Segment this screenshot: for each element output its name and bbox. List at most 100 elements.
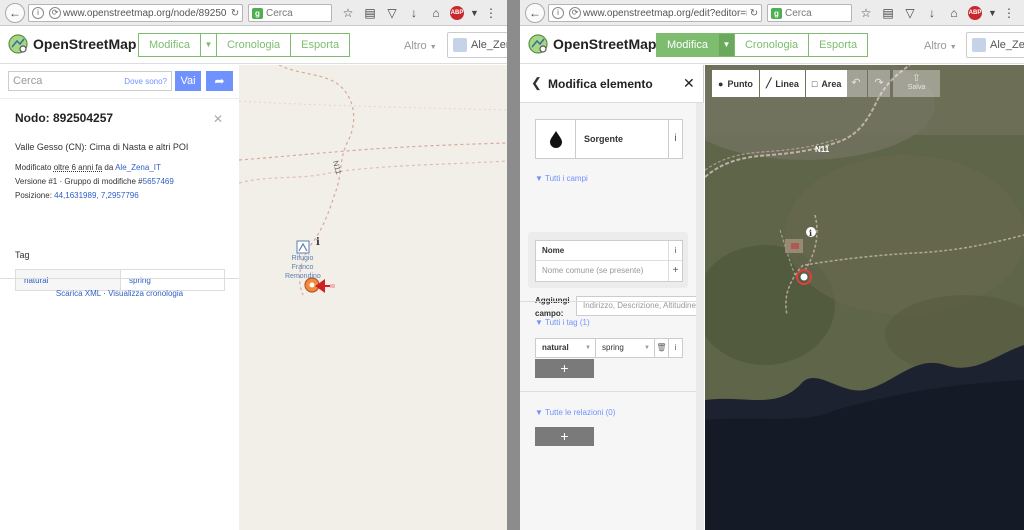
- adblock-icon[interactable]: ABP: [450, 6, 464, 20]
- tag-value[interactable]: spring: [121, 270, 224, 290]
- site-identity-icon: ⟳: [569, 7, 581, 19]
- scrollbar[interactable]: [696, 103, 704, 530]
- edit-button[interactable]: Modifica: [656, 33, 719, 57]
- changeset-link[interactable]: 5657469: [143, 177, 174, 186]
- browser-search-box[interactable]: g Cerca: [248, 4, 332, 22]
- back-button[interactable]: ←: [525, 3, 545, 23]
- view-history-link[interactable]: Visualizza cronologia: [108, 289, 183, 298]
- user-menu[interactable]: Ale_Zena: [966, 32, 1024, 58]
- back-button[interactable]: ←: [5, 3, 25, 23]
- tag-value-input[interactable]: spring ▼: [596, 339, 654, 357]
- close-icon[interactable]: ✕: [213, 112, 223, 126]
- preset-card[interactable]: Sorgente i: [535, 119, 683, 159]
- osm-header: OpenStreetMap Modifica ▼ Cronologia Espo…: [0, 26, 507, 64]
- add-line-button[interactable]: ╱ Linea: [759, 70, 805, 97]
- add-area-button[interactable]: □ Area: [805, 70, 848, 97]
- reload-icon[interactable]: ↻: [747, 8, 761, 19]
- reload-icon[interactable]: ↻: [228, 8, 242, 19]
- all-relations-toggle[interactable]: ▼ Tutte le relazioni (0): [535, 408, 615, 417]
- search-engine-icon: g: [252, 7, 263, 19]
- adblock-icon[interactable]: ABP: [968, 6, 982, 20]
- info-icon: i: [552, 7, 564, 19]
- address-bar[interactable]: i ⟳ www.openstreetmap.org/edit?editor=i …: [548, 4, 762, 22]
- browser-toolbar: ← i ⟳ www.openstreetmap.org/node/89250 ↻…: [0, 0, 507, 26]
- chevron-down-icon: ▼: [722, 40, 731, 49]
- bookmark-star-icon[interactable]: ☆: [340, 5, 356, 21]
- chevron-down-icon[interactable]: ▼: [988, 5, 997, 21]
- all-tags-toggle[interactable]: ▼ Tutti i tag (1): [535, 318, 590, 327]
- position-link[interactable]: 44,1631989, 7,2957796: [54, 191, 139, 200]
- add-field-input[interactable]: Indirizzo, Descrizione, Altitudine: [576, 296, 696, 316]
- name-input[interactable]: Nome comune (se presente): [542, 261, 643, 281]
- close-icon[interactable]: ✕: [683, 75, 695, 92]
- inspector-header: ❮ Modifica elemento ✕: [520, 65, 704, 103]
- chevron-down-icon: ▼: [644, 345, 650, 351]
- window-divider: [507, 0, 520, 530]
- bookmark-star-icon[interactable]: ☆: [858, 5, 874, 21]
- home-icon[interactable]: ⌂: [946, 5, 962, 21]
- satellite-map[interactable]: i N11 ● Punto ╱ Linea □ Area ↶ ↷ ⇧ Salva: [705, 65, 1024, 530]
- history-button[interactable]: Cronologia: [733, 33, 810, 57]
- edit-button[interactable]: Modifica: [138, 33, 201, 57]
- reading-list-icon[interactable]: ▤: [880, 5, 896, 21]
- more-menu[interactable]: Altro ▼: [924, 40, 957, 52]
- edit-dropdown-button[interactable]: ▼: [199, 33, 217, 57]
- download-icon[interactable]: ↓: [924, 5, 940, 21]
- add-point-button[interactable]: ● Punto: [712, 70, 759, 97]
- modified-age: oltre 6 anni fa: [53, 163, 103, 172]
- plus-icon[interactable]: +: [668, 261, 682, 281]
- tag-key-input[interactable]: natural ▼: [536, 339, 596, 357]
- pocket-icon[interactable]: ▽: [902, 5, 918, 21]
- export-button[interactable]: Esporta: [808, 33, 869, 57]
- history-button[interactable]: Cronologia: [215, 33, 292, 57]
- map-view[interactable]: i N11 Rifugio Franco Remondino: [239, 65, 507, 530]
- avatar: [972, 38, 986, 52]
- upload-icon: ⇧: [912, 73, 921, 84]
- info-icon[interactable]: i: [316, 237, 320, 248]
- search-input[interactable]: Cerca Dove sono?: [8, 71, 172, 91]
- chevron-down-icon[interactable]: ▼: [470, 5, 479, 21]
- osm-logo[interactable]: OpenStreetMap: [8, 34, 136, 54]
- more-menu-label: Altro: [924, 40, 947, 52]
- overflow-menu-icon[interactable]: ⋮: [485, 5, 497, 21]
- add-relation-button[interactable]: +: [535, 427, 594, 446]
- author-link[interactable]: Ale_Zena_IT: [115, 163, 161, 172]
- user-menu[interactable]: Ale_Zena: [447, 32, 507, 58]
- all-fields-toggle[interactable]: ▼ Tutti i campi: [535, 174, 588, 183]
- go-button[interactable]: Vai: [175, 71, 201, 91]
- add-field-label: Aggiungi campo:: [535, 296, 570, 318]
- back-chevron-icon[interactable]: ❮: [531, 75, 542, 91]
- more-menu[interactable]: Altro ▼: [404, 40, 437, 52]
- directions-button[interactable]: ➦: [206, 71, 233, 91]
- where-am-i-link[interactable]: Dove sono?: [124, 77, 167, 86]
- info-icon: i: [32, 7, 44, 19]
- save-button[interactable]: ⇧ Salva: [893, 70, 940, 97]
- undo-button[interactable]: ↶: [845, 70, 867, 97]
- osm-logo[interactable]: OpenStreetMap: [528, 34, 656, 54]
- tag-key[interactable]: natural: [16, 270, 121, 290]
- info-icon[interactable]: i: [668, 241, 682, 260]
- poi-label-line: Remondino: [285, 273, 321, 280]
- footer-links: Scarica XML · Visualizza cronologia: [0, 289, 239, 298]
- satellite-imagery: i: [705, 65, 1024, 530]
- info-icon[interactable]: i: [668, 120, 682, 158]
- poi-label-line: Rifugio: [291, 255, 314, 262]
- add-tag-button[interactable]: +: [535, 359, 594, 378]
- browser-toolbar-icons: ☆ ▤ ▽ ↓ ⌂ ABP ▼ ⋮: [858, 5, 1015, 21]
- pocket-icon[interactable]: ▽: [384, 5, 400, 21]
- browser-search-box[interactable]: g Cerca: [767, 4, 852, 22]
- plus-icon: +: [560, 428, 569, 444]
- export-button[interactable]: Esporta: [290, 33, 351, 57]
- overflow-menu-icon[interactable]: ⋮: [1003, 5, 1015, 21]
- redo-button[interactable]: ↷: [868, 70, 890, 97]
- download-icon[interactable]: ↓: [406, 5, 422, 21]
- home-icon[interactable]: ⌂: [428, 5, 444, 21]
- trash-icon[interactable]: 🗑: [654, 339, 668, 357]
- address-bar[interactable]: i ⟳ www.openstreetmap.org/node/89250 ↻: [28, 4, 243, 22]
- edit-dropdown-button[interactable]: ▼: [717, 33, 735, 57]
- node-panel: Nodo: 892504257 ✕ Valle Gesso (CN): Cima…: [0, 98, 239, 291]
- download-xml-link[interactable]: Scarica XML: [56, 289, 101, 298]
- reading-list-icon[interactable]: ▤: [362, 5, 378, 21]
- info-icon[interactable]: i: [668, 339, 682, 357]
- water-drop-icon: [536, 120, 576, 158]
